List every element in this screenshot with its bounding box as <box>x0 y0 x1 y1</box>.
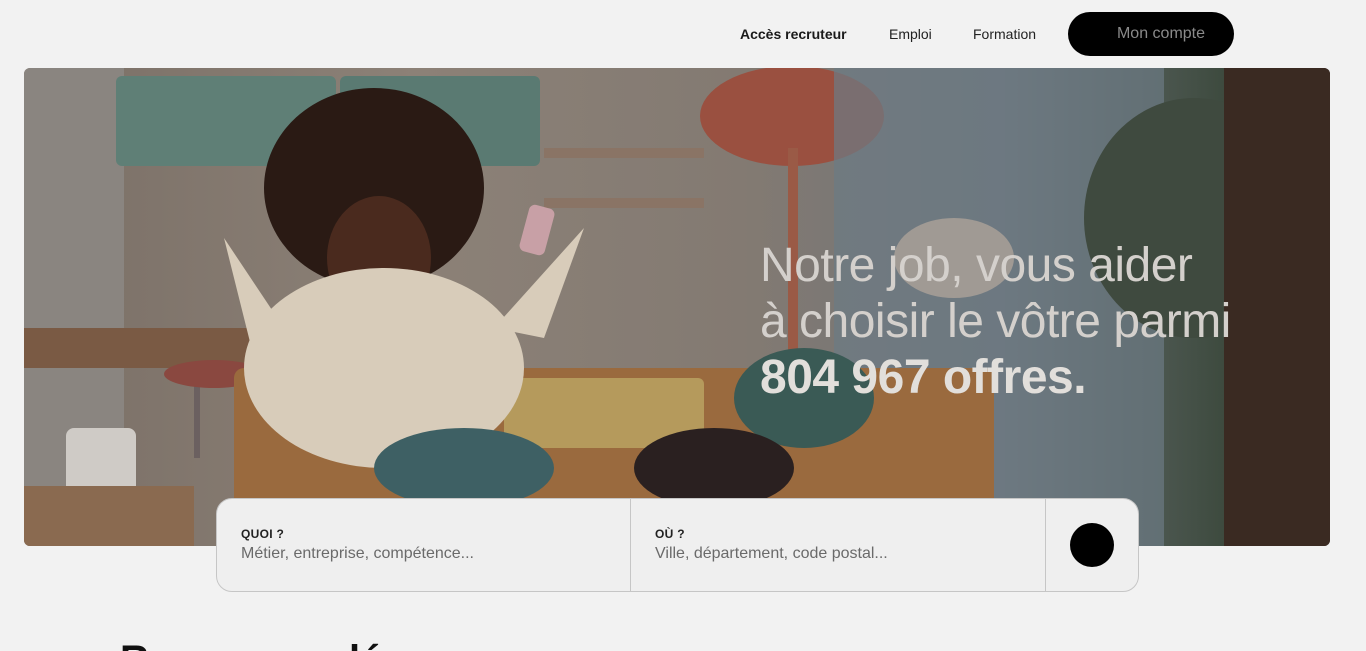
where-field[interactable]: OÙ ? <box>631 499 1046 591</box>
nav-link-jobs[interactable]: Emploi <box>889 26 932 42</box>
hero-offer-count: 804 967 offres. <box>760 351 1087 404</box>
where-label: OÙ ? <box>655 527 685 541</box>
hero-headline-line-2: à choisir le vôtre parmi <box>760 295 1231 348</box>
top-navigation: Accès recruteur Emploi Formation Mon com… <box>0 12 1366 56</box>
job-search-form: QUOI ? OÙ ? <box>216 498 1139 592</box>
what-field[interactable]: QUOI ? <box>217 499 631 591</box>
what-input[interactable] <box>241 545 606 563</box>
nav-link-recruiter[interactable]: Accès recruteur <box>740 26 847 42</box>
search-button[interactable] <box>1070 523 1114 567</box>
nav-link-training[interactable]: Formation <box>973 26 1036 42</box>
where-input[interactable] <box>655 545 1021 563</box>
hero-banner: Notre job, vous aider à choisir le vôtre… <box>24 68 1330 546</box>
section-heading: Recommandé pour vous <box>120 640 720 651</box>
account-button[interactable]: Mon compte <box>1068 12 1234 56</box>
hero-headline-line-1: Notre job, vous aider <box>760 239 1193 292</box>
what-label: QUOI ? <box>241 527 285 541</box>
hero-headline: Notre job, vous aider à choisir le vôtre… <box>760 238 1320 406</box>
